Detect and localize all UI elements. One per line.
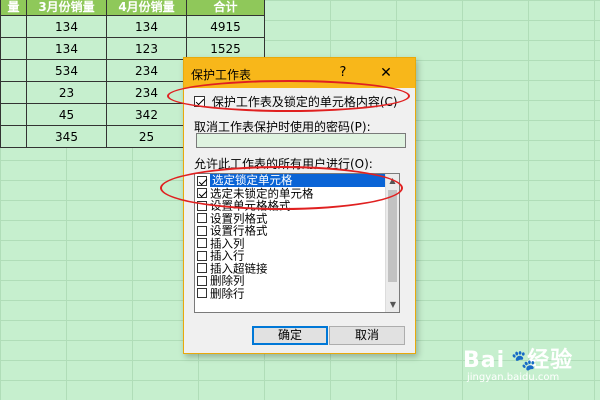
password-input[interactable] xyxy=(196,133,406,148)
permission-checkbox[interactable] xyxy=(197,213,207,223)
cancel-button[interactable]: 取消 xyxy=(329,326,405,345)
permission-checkbox[interactable] xyxy=(197,250,207,261)
scroll-up-icon[interactable]: ▲ xyxy=(386,174,399,188)
table-cell[interactable]: 134 xyxy=(26,15,107,38)
list-item[interactable]: 插入行 xyxy=(195,249,399,262)
permissions-label: 允许此工作表的所有用户进行(O): xyxy=(194,157,373,171)
table-cell[interactable]: 134 xyxy=(106,15,187,38)
dialog-titlebar[interactable]: 保护工作表 ? ✕ xyxy=(184,58,415,88)
list-item[interactable]: 删除列 xyxy=(195,274,399,287)
table-cell[interactable]: 345 xyxy=(26,125,107,148)
permission-label: 删除行 xyxy=(210,285,245,300)
watermark-url: jingyan.baidu.com xyxy=(467,372,560,383)
permission-checkbox[interactable] xyxy=(197,238,207,248)
table-cell[interactable]: 234 xyxy=(106,81,187,104)
help-button[interactable]: ? xyxy=(334,64,352,82)
list-item[interactable]: 选定锁定单元格 xyxy=(195,174,399,187)
baidu-watermark: Bai 经验 🐾 jingyan.baidu.com xyxy=(463,342,593,392)
table-cell[interactable]: 123 xyxy=(106,37,187,60)
table-row: 134 134 4915 xyxy=(0,15,265,38)
table-cell[interactable]: 25 xyxy=(106,125,187,148)
table-header-row: 量 3月份销量 4月份销量 合计 xyxy=(0,0,265,16)
permission-checkbox[interactable] xyxy=(197,200,207,211)
column-header[interactable]: 4月份销量 xyxy=(106,0,187,16)
protect-sheet-dialog: 保护工作表 ? ✕ 保护工作表及锁定的单元格内容(C) 取消工作表保护时使用的密… xyxy=(183,57,416,354)
table-cell[interactable]: 45 xyxy=(26,103,107,126)
permission-checkbox[interactable] xyxy=(197,288,207,298)
scroll-thumb[interactable] xyxy=(388,190,397,282)
table-cell[interactable]: 342 xyxy=(106,103,187,126)
list-item[interactable]: 插入超链接 xyxy=(195,262,399,274)
column-header[interactable]: 3月份销量 xyxy=(26,0,107,16)
permissions-list[interactable]: 选定锁定单元格 选定未锁定的单元格 设置单元格格式 设置列格式 设置行格式 插入… xyxy=(194,173,400,313)
table-cell[interactable] xyxy=(0,81,27,104)
permission-checkbox[interactable] xyxy=(197,275,207,286)
table-cell[interactable]: 134 xyxy=(26,37,107,60)
table-cell[interactable]: 23 xyxy=(26,81,107,104)
protect-sheet-checkbox[interactable] xyxy=(194,96,205,107)
list-item[interactable]: 删除行 xyxy=(195,285,399,300)
scroll-down-icon[interactable]: ▼ xyxy=(386,298,399,312)
column-header[interactable]: 合计 xyxy=(186,0,265,16)
close-button[interactable]: ✕ xyxy=(376,64,396,82)
column-header[interactable]: 量 xyxy=(0,0,27,16)
table-cell[interactable]: 534 xyxy=(26,59,107,82)
watermark-brand: Bai 经验 xyxy=(463,348,574,373)
table-cell[interactable] xyxy=(0,15,27,38)
list-item[interactable]: 设置列格式 xyxy=(195,212,399,224)
protect-sheet-label: 保护工作表及锁定的单元格内容(C) xyxy=(211,95,398,109)
dialog-title: 保护工作表 xyxy=(191,68,252,82)
permission-checkbox[interactable] xyxy=(197,225,207,236)
list-item[interactable]: 设置行格式 xyxy=(195,224,399,237)
protect-sheet-option[interactable]: 保护工作表及锁定的单元格内容(C) xyxy=(194,93,398,110)
table-cell[interactable] xyxy=(0,37,27,60)
ok-button[interactable]: 确定 xyxy=(252,326,328,345)
list-item[interactable]: 设置单元格格式 xyxy=(195,199,399,212)
table-cell[interactable] xyxy=(0,59,27,82)
list-item[interactable]: 插入列 xyxy=(195,237,399,249)
table-cell[interactable]: 234 xyxy=(106,59,187,82)
permission-checkbox[interactable] xyxy=(197,188,207,198)
permission-checkbox[interactable] xyxy=(197,263,207,273)
list-scrollbar[interactable]: ▲ ▼ xyxy=(385,174,399,312)
permission-checkbox[interactable] xyxy=(197,175,207,186)
paw-icon: 🐾 xyxy=(511,348,536,372)
list-item[interactable]: 选定未锁定的单元格 xyxy=(195,187,399,199)
table-cell[interactable] xyxy=(0,125,27,148)
close-icon: ✕ xyxy=(380,65,392,81)
table-cell[interactable] xyxy=(0,103,27,126)
table-cell[interactable]: 4915 xyxy=(186,15,265,38)
